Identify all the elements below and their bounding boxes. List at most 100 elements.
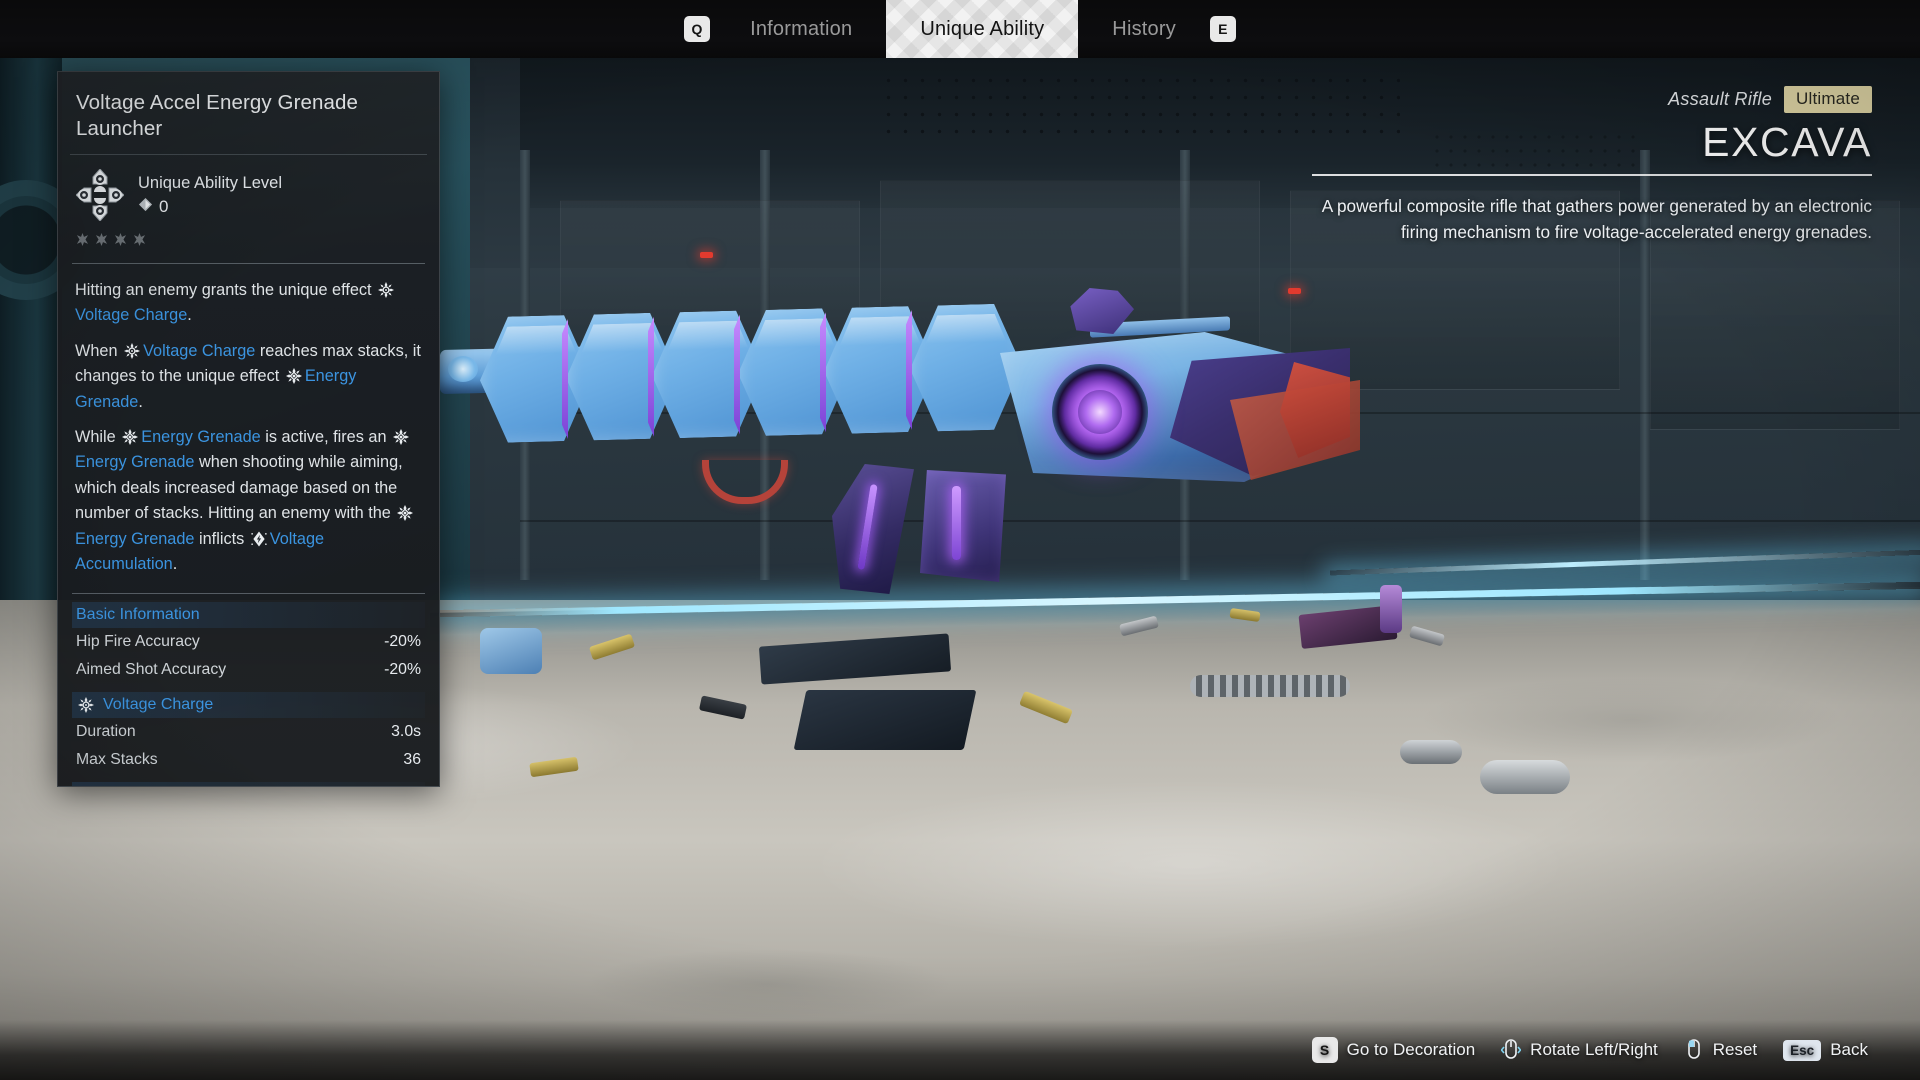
tab-bar: Q Information Unique Ability History E [0,0,1920,58]
weapon-header: Assault Rifle Ultimate EXCAVA A powerful… [1312,86,1872,245]
ability-level-texts: Unique Ability Level 0 [138,169,282,217]
energy-grenade-icon [393,428,410,446]
ability-effect-link[interactable]: Voltage Charge [75,306,187,324]
energy-grenade-icon [397,504,414,522]
ability-effect-link[interactable]: Energy Grenade [75,453,194,471]
hint-back[interactable]: Esc Back [1783,1039,1868,1061]
key-s[interactable]: S [1311,1037,1338,1063]
energy-grenade-icon [285,367,303,385]
debris-item [1400,740,1462,764]
ability-description-paragraph: When Voltage Charge reaches max stacks, … [75,341,421,411]
prev-tab-key[interactable]: Q [684,16,711,42]
unique-ability-panel: Voltage Accel Energy Grenade Launcher Un… [57,71,440,787]
hex-glow-line [820,312,826,432]
section-header: Basic Information [72,602,425,629]
weapon-energy-core [1052,364,1148,460]
indicator-light [700,252,713,258]
tab-information[interactable]: Information [716,0,886,58]
hint-go-to-decoration[interactable]: S Go to Decoration [1311,1037,1476,1063]
tab-unique-ability[interactable]: Unique Ability [886,0,1078,58]
hex-glow-line [648,317,654,437]
weapon-muzzle-glow [448,356,478,382]
stat-row: Duration 3.0s [58,718,439,746]
control-hints-bar: S Go to Decoration Rotate Left/Right Res… [0,1020,1920,1080]
hex-glow-line [906,310,912,430]
section-header-energy-grenade: Energy Grenade [72,782,425,787]
stats-section: Voltage Charge Duration 3.0s Max Stacks … [58,692,439,774]
stats-section: Energy Grenade [58,782,439,787]
ability-effect-link[interactable]: Voltage Charge [143,342,255,360]
ability-description-paragraph: While Energy Grenade is active, fires an… [75,425,422,577]
hint-label: Reset [1712,1040,1758,1059]
star-icon [133,233,146,251]
stat-row: Max Stacks 36 [58,746,439,774]
stats-sections: Basic Information Hip Fire Accuracy -20%… [58,602,439,787]
stat-value: 3.0s [391,723,421,741]
weapon-rarity-badge: Ultimate [1784,86,1872,113]
star-icon [76,233,89,251]
hex-glow-line [734,315,740,435]
ability-effect-link[interactable]: Energy Grenade [75,530,194,548]
ability-description: Hitting an enemy grants the unique effec… [58,264,439,593]
mouse-drag-icon [1500,1038,1522,1062]
voltage-accumulation-icon [251,530,268,547]
stat-value: -20% [384,661,421,679]
stat-row: Hip Fire Accuracy -20% [58,628,439,656]
hint-label: Go to Decoration [1346,1040,1476,1059]
weapon-magazine [920,470,1006,582]
debris-item [480,628,542,674]
stat-label: Duration [76,723,136,741]
section-header-voltage-charge: Voltage Charge [72,692,425,719]
key-esc[interactable]: Esc [1783,1039,1822,1061]
weapon-description: A powerful composite rifle that gathers … [1321,196,1872,242]
weapon-header-rule [1312,174,1872,176]
hex-glow-line [562,319,568,439]
ability-star-rating [58,229,439,263]
ability-compass-icon [75,168,125,222]
voltage-charge-icon [378,281,395,298]
tab-group: Q Information Unique Ability History E [684,0,1236,58]
weapon-magazine-glow [952,486,961,560]
stat-label: Aimed Shot Accuracy [76,661,227,679]
stat-value: 36 [403,751,421,769]
debris-item [1380,585,1402,633]
hint-label: Back [1830,1040,1868,1059]
debris-item [1190,675,1350,697]
debris-item [793,690,977,750]
ability-level-row: Unique Ability Level 0 [58,155,439,229]
voltage-charge-icon [78,696,95,714]
stat-value: -20% [384,633,421,651]
stats-divider [72,593,425,595]
ability-description-paragraph: Hitting an enemy grants the unique effec… [75,278,422,329]
weapon-model[interactable] [440,270,1360,610]
hint-label: Rotate Left/Right [1530,1040,1658,1059]
ability-level-value-row: 0 [138,197,282,217]
weapon-type: Assault Rifle [1668,89,1773,109]
section-header-label: Voltage Charge [103,696,214,714]
ability-effect-link[interactable]: Energy Grenade [141,428,260,446]
voltage-charge-icon [124,342,141,359]
weapon-trigger-guard [702,460,788,504]
weapon-hex-shroud [480,303,1040,444]
debris-item [1480,760,1570,794]
star-icon [114,233,127,251]
energy-grenade-icon [122,428,139,446]
hint-reset[interactable]: Reset [1684,1038,1757,1062]
ability-level-number: 0 [159,197,170,216]
ability-title: Voltage Accel Energy Grenade Launcher [76,91,359,140]
star-icon [95,233,108,251]
hint-rotate[interactable]: Rotate Left/Right [1500,1038,1658,1062]
next-tab-key[interactable]: E [1209,16,1236,42]
stat-label: Max Stacks [76,751,158,769]
section-header-label: Energy Grenade [103,786,220,787]
diamond-icon [138,197,153,217]
ability-effect-link[interactable]: Energy Grenade [75,367,356,410]
tab-history[interactable]: History [1078,0,1210,58]
weapon-header-top: Assault Rifle Ultimate [1312,86,1872,113]
weapon-name: EXCAVA [1702,119,1872,165]
stat-row: Aimed Shot Accuracy -20% [58,656,439,684]
mouse-click-icon [1684,1038,1704,1062]
ability-level-label: Unique Ability Level [138,174,283,192]
stat-label: Hip Fire Accuracy [76,633,200,651]
stats-section: Basic Information Hip Fire Accuracy -20%… [58,602,439,684]
